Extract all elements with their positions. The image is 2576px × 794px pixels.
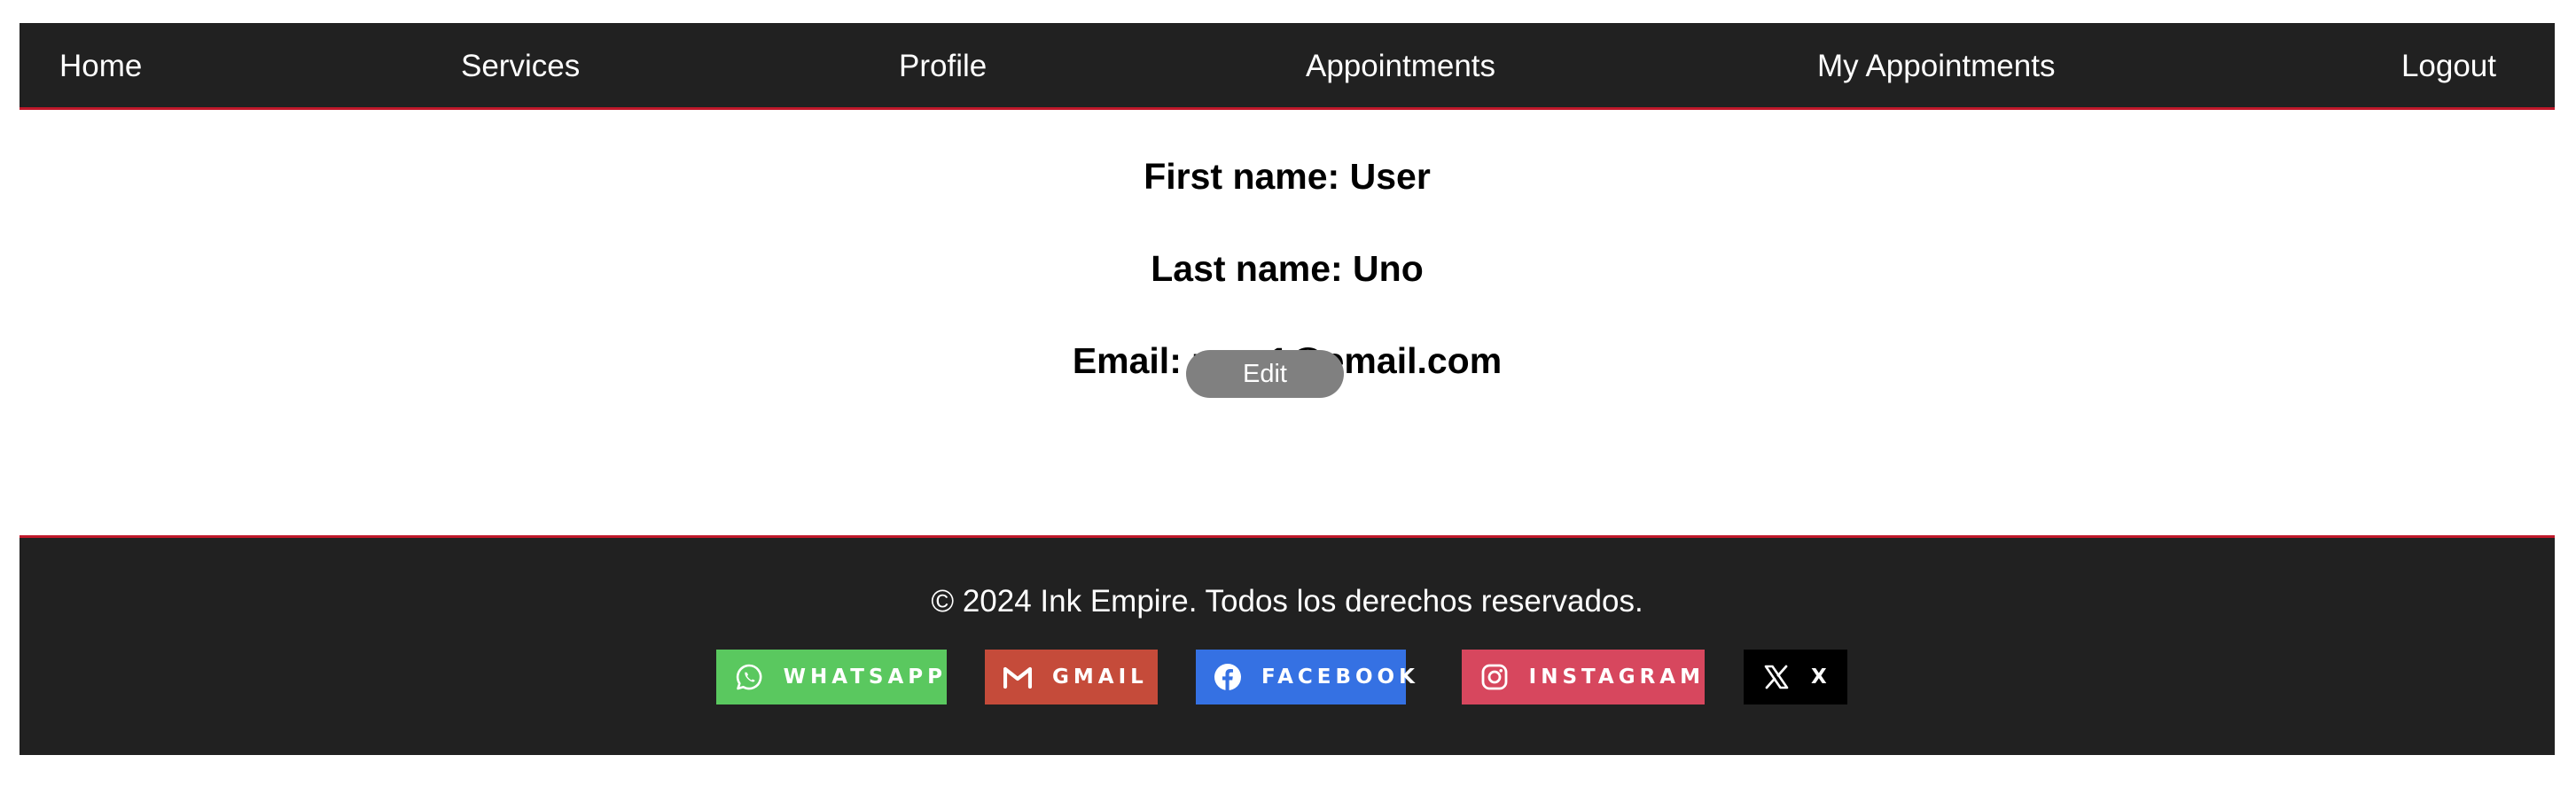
nav-services-link[interactable]: Services <box>461 23 580 110</box>
whatsapp-button[interactable]: WHATSAPP <box>716 650 947 704</box>
whatsapp-label: WHATSAPP <box>783 666 947 689</box>
nav-appointments-link[interactable]: Appointments <box>1306 23 1495 110</box>
last-name-text: Last name: Uno <box>1151 248 1424 289</box>
nav-my-appointments-link[interactable]: My Appointments <box>1817 23 2055 110</box>
instagram-icon <box>1479 662 1510 692</box>
facebook-icon <box>1214 662 1242 692</box>
edit-button[interactable]: Edit <box>1186 350 1344 398</box>
facebook-label: FACEBOOK <box>1261 666 1419 689</box>
footer: © 2024 Ink Empire. Todos los derechos re… <box>20 535 2555 755</box>
instagram-label: INSTAGRAM <box>1528 666 1705 689</box>
x-label: X <box>1811 666 1831 689</box>
navbar: Home Services Profile Appointments My Ap… <box>20 23 2555 110</box>
facebook-button[interactable]: FACEBOOK <box>1196 650 1415 704</box>
whatsapp-icon <box>734 662 764 692</box>
gmail-icon <box>1003 662 1033 692</box>
first-name-text: First name: User <box>1144 156 1431 197</box>
x-button[interactable]: X <box>1744 650 1847 704</box>
gmail-label: GMAIL <box>1052 666 1148 689</box>
nav-home-link[interactable]: Home <box>59 23 142 110</box>
nav-logout-link[interactable]: Logout <box>2401 23 2496 110</box>
x-icon <box>1761 662 1791 692</box>
copyright-text: © 2024 Ink Empire. Todos los derechos re… <box>931 584 1643 619</box>
nav-profile-link[interactable]: Profile <box>899 23 987 110</box>
instagram-button[interactable]: INSTAGRAM <box>1462 650 1705 704</box>
page: Home Services Profile Appointments My Ap… <box>0 0 2576 794</box>
gmail-button[interactable]: GMAIL <box>985 650 1158 704</box>
